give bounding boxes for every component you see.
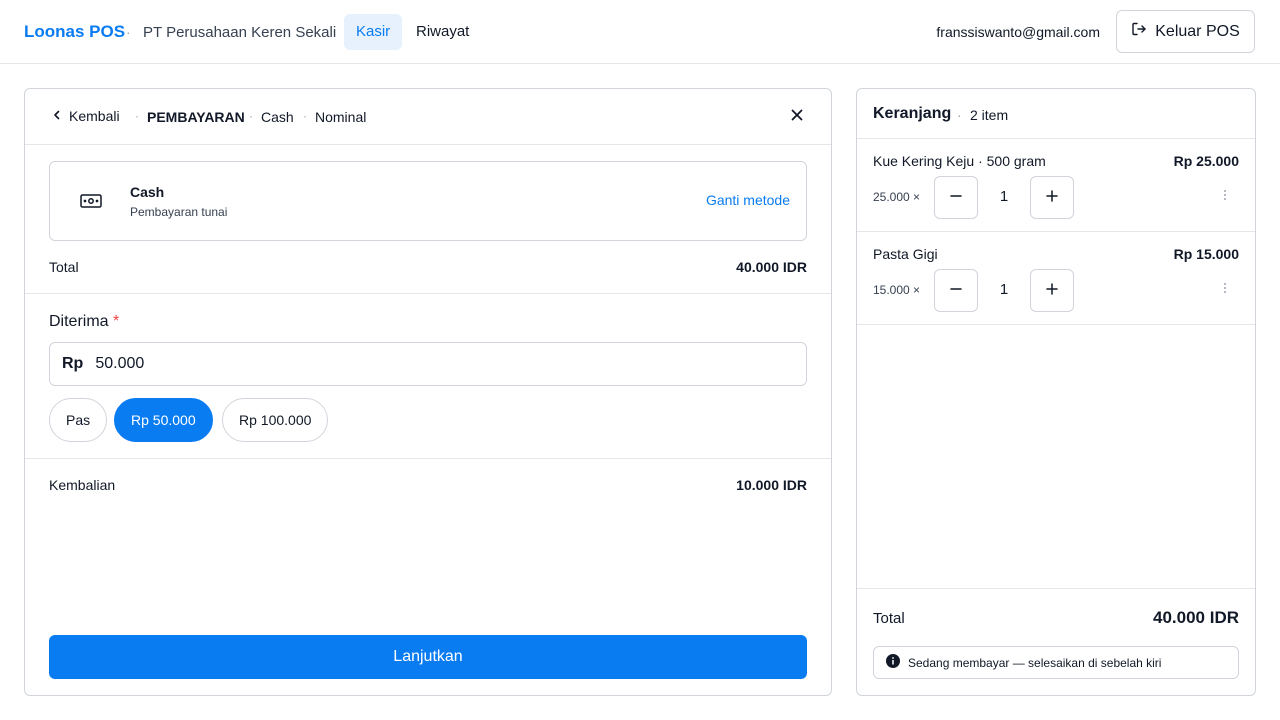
divider bbox=[25, 458, 831, 459]
breadcrumb-method: Cash bbox=[261, 109, 294, 125]
received-amount-value[interactable]: 50.000 bbox=[95, 355, 144, 373]
top-bar: Loonas POS · PT Perusahaan Keren Sekali … bbox=[0, 0, 1280, 64]
total-label: Total bbox=[49, 259, 79, 275]
breadcrumb-payment: PEMBAYARAN bbox=[147, 109, 245, 125]
payment-notice: Sedang membayar — selesaikan di sebelah … bbox=[873, 646, 1239, 679]
continue-button[interactable]: Lanjutkan bbox=[49, 635, 807, 679]
cart-title: Keranjang bbox=[873, 105, 952, 122]
breadcrumb-separator: · bbox=[135, 109, 139, 123]
separator: · bbox=[957, 107, 962, 123]
nav-riwayat[interactable]: Riwayat bbox=[404, 14, 481, 50]
logout-icon bbox=[1131, 21, 1147, 42]
cart-item: Pasta Gigi Rp 15.000 15.000 × 1 bbox=[857, 232, 1255, 325]
chevron-left-icon bbox=[51, 108, 63, 124]
user-email: franssiswanto@gmail.com bbox=[936, 24, 1100, 40]
back-label: Kembali bbox=[69, 108, 120, 124]
increase-qty-button[interactable] bbox=[1030, 176, 1074, 219]
cash-icon bbox=[80, 193, 102, 214]
required-mark: * bbox=[113, 313, 120, 330]
decrease-qty-button[interactable] bbox=[934, 176, 978, 219]
item-name: Kue Kering Keju · 500 gram bbox=[873, 153, 1046, 169]
cart-item: Kue Kering Keju · 500 gram Rp 25.000 25.… bbox=[857, 139, 1255, 232]
plus-icon bbox=[1046, 282, 1058, 300]
payment-header: Kembali · PEMBAYARAN · Cash · Nominal bbox=[25, 89, 831, 145]
close-button[interactable] bbox=[787, 107, 807, 127]
breadcrumb-separator: · bbox=[303, 109, 307, 123]
more-vertical-icon bbox=[1223, 188, 1227, 206]
change-label: Kembalian bbox=[49, 477, 116, 493]
method-subtitle: Pembayaran tunai bbox=[130, 205, 228, 219]
item-unit-price: 15.000 × bbox=[873, 283, 921, 297]
item-unit-price: 25.000 × bbox=[873, 190, 921, 204]
quick-amount-50000[interactable]: Rp 50.000 bbox=[114, 398, 213, 442]
back-button[interactable]: Kembali bbox=[51, 108, 120, 124]
received-amount-input[interactable]: Rp 50.000 bbox=[49, 342, 807, 386]
payment-method-card: Cash Pembayaran tunai Ganti metode bbox=[49, 161, 807, 241]
separator: · bbox=[126, 24, 131, 40]
decrease-qty-button[interactable] bbox=[934, 269, 978, 312]
received-label-text: Diterima bbox=[49, 313, 109, 330]
logout-label: Keluar POS bbox=[1155, 22, 1240, 40]
minus-icon bbox=[950, 282, 962, 300]
cart-panel: Keranjang · 2 item Kue Kering Keju · 500… bbox=[856, 88, 1256, 696]
cart-header: Keranjang · 2 item bbox=[857, 89, 1255, 139]
cart-item-count: 2 item bbox=[970, 107, 1009, 123]
item-price: Rp 15.000 bbox=[1173, 246, 1239, 262]
cart-footer: Total 40.000 IDR Sedang membayar — seles… bbox=[857, 588, 1255, 695]
quick-amount-exact[interactable]: Pas bbox=[49, 398, 108, 442]
logout-button[interactable]: Keluar POS bbox=[1116, 10, 1255, 53]
more-vertical-icon bbox=[1223, 281, 1227, 299]
info-icon bbox=[886, 654, 900, 671]
brand-logo[interactable]: Loonas POS bbox=[24, 22, 125, 42]
change-method-link[interactable]: Ganti metode bbox=[706, 192, 790, 208]
currency-prefix: Rp bbox=[62, 355, 84, 372]
total-value: 40.000 IDR bbox=[736, 259, 807, 275]
item-quantity: 1 bbox=[999, 281, 1009, 298]
close-icon bbox=[791, 108, 803, 126]
company-name: PT Perusahaan Keren Sekali bbox=[143, 24, 337, 41]
minus-icon bbox=[950, 189, 962, 207]
item-price: Rp 25.000 bbox=[1173, 153, 1239, 169]
item-quantity: 1 bbox=[999, 188, 1009, 205]
cart-total-label: Total bbox=[873, 610, 905, 627]
payment-panel: Kembali · PEMBAYARAN · Cash · Nominal Ca… bbox=[24, 88, 832, 696]
item-name: Pasta Gigi bbox=[873, 246, 938, 262]
received-label: Diterima * bbox=[49, 313, 119, 331]
change-value: 10.000 IDR bbox=[736, 477, 807, 493]
method-title: Cash bbox=[130, 184, 165, 200]
plus-icon bbox=[1046, 189, 1058, 207]
breadcrumb-separator: · bbox=[249, 109, 253, 123]
breadcrumb-step: Nominal bbox=[315, 109, 367, 125]
item-more-button[interactable] bbox=[1217, 189, 1233, 205]
item-more-button[interactable] bbox=[1217, 282, 1233, 298]
increase-qty-button[interactable] bbox=[1030, 269, 1074, 312]
quick-amount-100000[interactable]: Rp 100.000 bbox=[222, 398, 329, 442]
nav-kasir[interactable]: Kasir bbox=[344, 14, 403, 50]
divider bbox=[25, 293, 831, 294]
notice-text: Sedang membayar — selesaikan di sebelah … bbox=[908, 655, 1162, 670]
cart-total-value: 40.000 IDR bbox=[1153, 608, 1239, 627]
